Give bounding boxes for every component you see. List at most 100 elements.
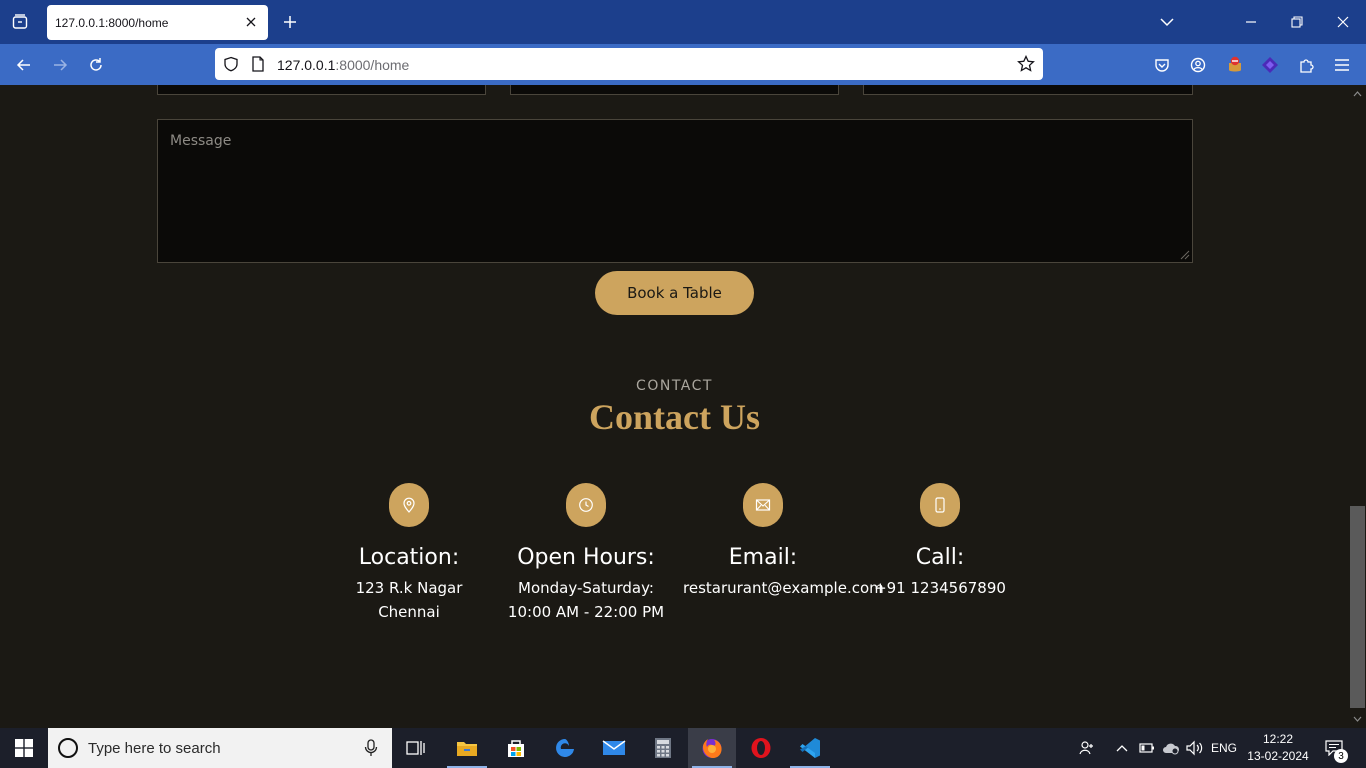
- forward-button[interactable]: [47, 52, 73, 78]
- start-button[interactable]: [0, 728, 48, 768]
- account-icon: [1190, 57, 1206, 73]
- plus-icon: [284, 16, 296, 28]
- reload-icon: [90, 58, 102, 71]
- task-view-button[interactable]: [392, 728, 440, 768]
- people-icon: [1079, 741, 1093, 755]
- scrollbar-thumb[interactable]: [1350, 506, 1365, 708]
- speaker-icon: [1186, 740, 1203, 756]
- browser-nav-bar: 127.0.0.1:8000/home: [0, 44, 1366, 85]
- location-line-1: 123 R.k Nagar: [355, 579, 463, 597]
- map-pin-icon: [389, 483, 429, 527]
- resize-handle-icon[interactable]: [1178, 248, 1190, 260]
- phone-input[interactable]: [863, 85, 1193, 95]
- contact-hours: Open Hours: Monday-Saturday: 10:00 AM - …: [506, 483, 666, 624]
- taskbar-file-explorer[interactable]: [443, 728, 491, 768]
- envelope-icon: [743, 483, 783, 527]
- taskbar-edge[interactable]: [541, 728, 589, 768]
- opera-icon: [751, 738, 771, 758]
- language-indicator[interactable]: ENG: [1208, 728, 1240, 768]
- restore-button[interactable]: [1282, 8, 1312, 36]
- firefox-icon: [702, 739, 722, 758]
- arrow-right-icon: [54, 59, 68, 71]
- minimize-icon: [1246, 21, 1256, 23]
- browser-tab-bar: 127.0.0.1:8000/home: [0, 0, 1366, 44]
- people-tray-button[interactable]: [1076, 728, 1098, 768]
- email-input[interactable]: [510, 85, 839, 95]
- call-heading: Call:: [915, 545, 965, 570]
- purple-cube-extension-icon: [1262, 57, 1278, 73]
- scroll-up-icon[interactable]: [1352, 88, 1363, 99]
- tab-overflow-button[interactable]: [1152, 8, 1182, 36]
- adblock-extension-icon: [1229, 56, 1241, 72]
- phone-icon: [920, 483, 960, 527]
- clock-date: 13-02-2024: [1247, 749, 1309, 763]
- mail-icon: [602, 740, 626, 755]
- puzzle-icon: [1300, 59, 1314, 73]
- page-scrollbar[interactable]: [1349, 85, 1366, 728]
- minimize-button[interactable]: [1236, 8, 1266, 36]
- extensions-button[interactable]: [1293, 52, 1319, 78]
- shield-icon[interactable]: [222, 55, 240, 73]
- taskbar-vscode[interactable]: [786, 728, 834, 768]
- task-view-icon: [406, 741, 425, 755]
- chevron-up-icon: [1116, 745, 1128, 752]
- show-hidden-icons-button[interactable]: [1113, 728, 1131, 768]
- battery-button[interactable]: [1137, 728, 1157, 768]
- contact-call: Call: +91 1234567890: [860, 483, 1020, 600]
- menu-button[interactable]: [1329, 52, 1355, 78]
- tab-close-button[interactable]: [242, 13, 260, 31]
- book-table-button[interactable]: Book a Table: [595, 271, 754, 315]
- edge-browser-icon: [556, 739, 574, 757]
- page-icon[interactable]: [249, 55, 267, 73]
- pocket-button[interactable]: [1149, 52, 1175, 78]
- tab-list-icon: [12, 14, 28, 29]
- clock-icon: [566, 483, 606, 527]
- taskbar-search-box[interactable]: Type here to search: [48, 728, 392, 768]
- cloud-icon: [1163, 743, 1180, 755]
- cortana-circle-icon: [58, 738, 78, 758]
- windows-logo-icon: [15, 739, 33, 757]
- email-heading: Email:: [728, 545, 798, 570]
- account-button[interactable]: [1185, 52, 1211, 78]
- message-textarea[interactable]: Message: [157, 119, 1193, 263]
- back-button[interactable]: [11, 52, 37, 78]
- contact-email: Email: restarurant@example.com: [683, 483, 884, 600]
- hours-heading: Open Hours:: [517, 545, 655, 570]
- microphone-icon[interactable]: [364, 739, 378, 757]
- taskbar-store[interactable]: [492, 728, 540, 768]
- name-input[interactable]: [157, 85, 486, 95]
- taskbar-firefox[interactable]: [688, 728, 736, 768]
- extension-adblock-button[interactable]: [1222, 52, 1248, 78]
- volume-button[interactable]: [1185, 728, 1205, 768]
- reload-button[interactable]: [83, 52, 109, 78]
- taskbar-calculator[interactable]: [639, 728, 687, 768]
- pocket-icon: [1155, 59, 1169, 72]
- close-window-button[interactable]: [1328, 8, 1358, 36]
- tab-title: 127.0.0.1:8000/home: [55, 15, 169, 30]
- extension-purple-button[interactable]: [1257, 52, 1283, 78]
- hours-line-2: 10:00 AM - 22:00 PM: [507, 603, 665, 621]
- taskbar-opera[interactable]: [737, 728, 785, 768]
- phone-link[interactable]: +91 1234567890: [860, 576, 1020, 600]
- scroll-down-icon[interactable]: [1352, 713, 1363, 724]
- taskbar-mail[interactable]: [590, 728, 638, 768]
- list-all-tabs-button[interactable]: [8, 10, 32, 34]
- folder-icon: [457, 742, 477, 756]
- onedrive-button[interactable]: [1160, 728, 1182, 768]
- battery-icon: [1139, 743, 1154, 753]
- store-bag-icon: [508, 740, 524, 757]
- calculator-icon: [655, 738, 671, 758]
- taskbar-clock[interactable]: 12:22 13-02-2024: [1246, 731, 1310, 765]
- page-viewport: Message Book a Table CONTACT Contact Us …: [0, 85, 1349, 728]
- email-link[interactable]: restarurant@example.com: [683, 576, 884, 600]
- url-text[interactable]: 127.0.0.1:8000/home: [277, 57, 409, 73]
- hamburger-menu-icon: [1335, 59, 1349, 71]
- tab-home[interactable]: 127.0.0.1:8000/home: [47, 5, 268, 40]
- close-icon: [246, 17, 256, 27]
- address-bar[interactable]: 127.0.0.1:8000/home: [215, 48, 1043, 80]
- bookmark-star-icon[interactable]: [1017, 55, 1035, 73]
- search-placeholder: Type here to search: [88, 739, 221, 757]
- location-line-2: Chennai: [378, 603, 440, 621]
- url-path: :8000/home: [335, 57, 410, 73]
- new-tab-button[interactable]: [279, 11, 301, 33]
